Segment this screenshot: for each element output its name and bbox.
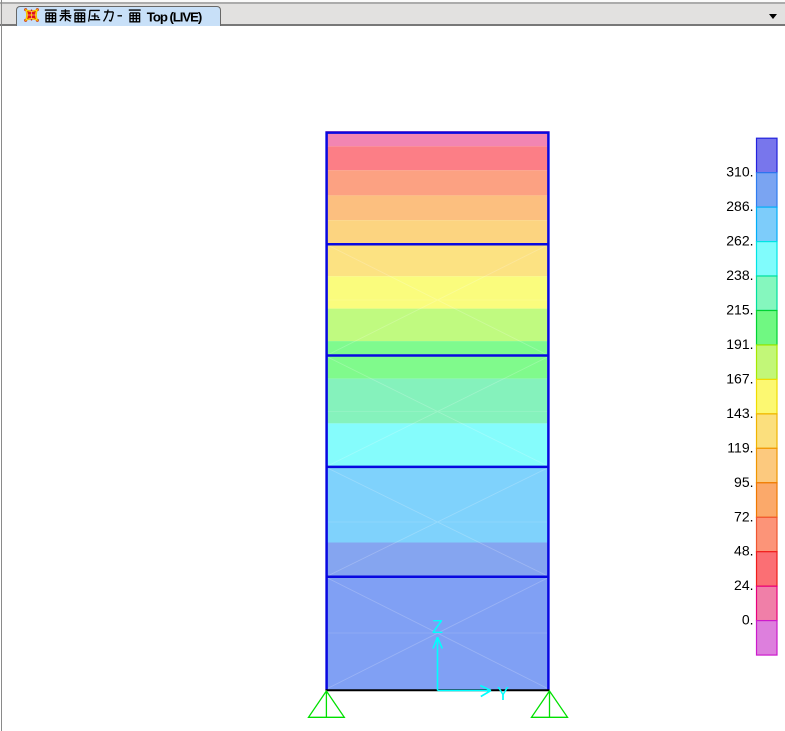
svg-text:Top (LIVE): Top (LIVE)	[146, 9, 201, 24]
svg-text:143.: 143.	[726, 405, 753, 421]
svg-text:262.: 262.	[726, 233, 753, 249]
svg-text:167.: 167.	[726, 370, 753, 386]
svg-text:48.: 48.	[734, 543, 753, 559]
svg-text:310.: 310.	[726, 164, 753, 180]
svg-text:Z: Z	[432, 617, 443, 637]
svg-text:119.: 119.	[727, 439, 753, 455]
svg-text:95.: 95.	[734, 474, 753, 490]
svg-text:0.: 0.	[742, 612, 754, 628]
svg-text:72.: 72.	[734, 508, 753, 524]
svg-text:191.: 191.	[726, 336, 753, 352]
svg-text:215.: 215.	[726, 302, 753, 318]
svg-text:238.: 238.	[726, 267, 753, 283]
svg-text:286.: 286.	[726, 198, 753, 214]
svg-text:24.: 24.	[734, 577, 753, 593]
svg-text:Y: Y	[497, 684, 509, 704]
